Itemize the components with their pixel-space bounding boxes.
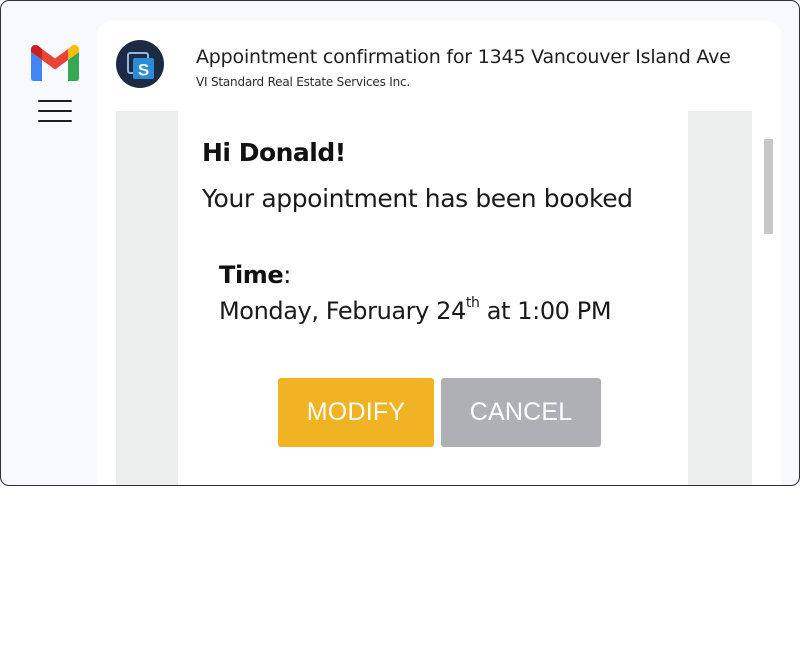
modify-button[interactable]: MODIFY — [278, 378, 434, 447]
app-window: S Appointment confirmation for 1345 Vanc… — [0, 0, 800, 486]
menu-line — [38, 120, 72, 123]
email-subject: Appointment confirmation for 1345 Vancou… — [196, 46, 731, 68]
time-label-text: Time — [219, 261, 284, 289]
time-label-colon: : — [283, 261, 291, 289]
email-content: Hi Donald! Your appointment has been boo… — [178, 111, 688, 485]
menu-line — [38, 100, 72, 103]
email-view: S Appointment confirmation for 1345 Vanc… — [97, 21, 781, 485]
cancel-button[interactable]: CANCEL — [441, 378, 601, 447]
gmail-logo-icon[interactable] — [31, 44, 79, 81]
greeting-heading: Hi Donald! — [202, 138, 346, 167]
side-rail — [1, 1, 97, 485]
scrollbar-thumb[interactable] — [764, 139, 773, 234]
menu-line — [38, 110, 72, 113]
appointment-hour: at 1:00 PM — [479, 297, 612, 325]
appointment-time: Monday, February 24th at 1:00 PM — [219, 295, 612, 325]
sender-avatar-letter: S — [138, 61, 149, 80]
hamburger-menu-icon[interactable] — [38, 99, 72, 124]
appointment-date: Monday, February 24 — [219, 297, 466, 325]
booking-message: Your appointment has been booked — [202, 184, 633, 213]
email-body: Hi Donald! Your appointment has been boo… — [116, 111, 752, 485]
time-label: Time: — [219, 261, 291, 289]
email-sender[interactable]: VI Standard Real Estate Services Inc. — [196, 75, 410, 89]
sender-avatar[interactable]: S — [116, 40, 164, 88]
date-ordinal-suffix: th — [465, 295, 480, 311]
